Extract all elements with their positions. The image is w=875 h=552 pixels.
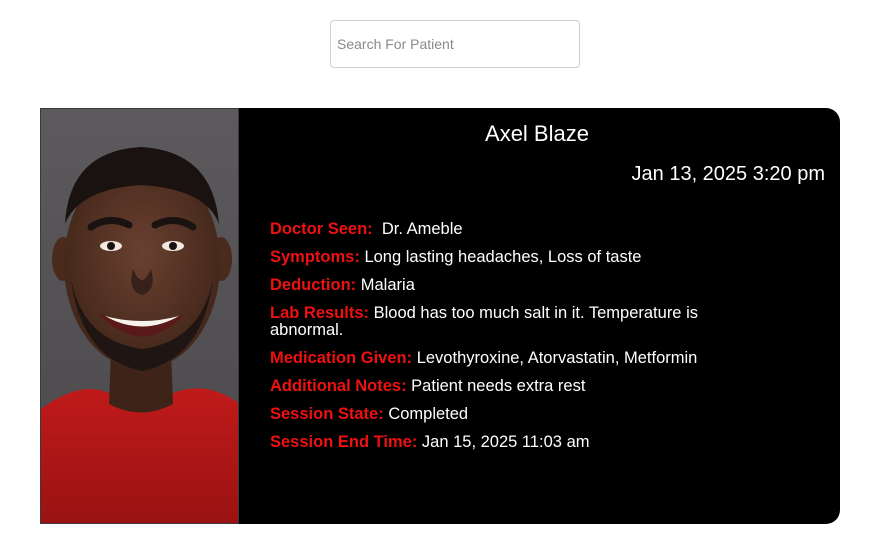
patient-name: Axel Blaze — [485, 121, 589, 146]
field-label: Lab Results: — [270, 304, 370, 322]
session-fields: Doctor Seen: Dr. Ameble Symptoms: Long l… — [270, 221, 770, 462]
patient-card[interactable]: Axel Blaze Jan 13, 2025 3:20 pm Doctor S… — [40, 108, 840, 524]
field-value: Malaria — [360, 276, 415, 294]
session-date: Jan 13, 2025 3:20 pm — [631, 163, 825, 185]
field-lab-results: Lab Results: Blood has too much salt in … — [270, 305, 770, 339]
field-label: Session End Time: — [270, 433, 418, 451]
field-value: Dr. Ameble — [377, 220, 463, 238]
field-value: Patient needs extra rest — [411, 377, 586, 395]
field-value: Levothyroxine, Atorvastatin, Metformin — [416, 349, 698, 367]
session-details: Axel Blaze Jan 13, 2025 3:20 pm Doctor S… — [240, 108, 840, 524]
field-label: Doctor Seen: — [270, 220, 373, 238]
search-input[interactable] — [330, 20, 580, 68]
search-bar — [330, 20, 580, 68]
field-value: Jan 15, 2025 11:03 am — [421, 433, 590, 451]
field-label: Additional Notes: — [270, 377, 407, 395]
field-medication-given: Medication Given: Levothyroxine, Atorvas… — [270, 350, 770, 367]
field-value: Long lasting headaches, Loss of taste — [364, 248, 642, 266]
field-session-state: Session State: Completed — [270, 406, 770, 423]
field-doctor-seen: Doctor Seen: Dr. Ameble — [270, 221, 770, 238]
field-label: Session State: — [270, 405, 384, 423]
patient-photo — [40, 108, 239, 524]
field-symptoms: Symptoms: Long lasting headaches, Loss o… — [270, 249, 770, 266]
field-session-end-time: Session End Time: Jan 15, 2025 11:03 am — [270, 434, 770, 451]
field-label: Deduction: — [270, 276, 357, 294]
field-label: Medication Given: — [270, 349, 413, 367]
field-additional-notes: Additional Notes: Patient needs extra re… — [270, 378, 770, 395]
field-deduction: Deduction: Malaria — [270, 277, 770, 294]
field-label: Symptoms: — [270, 248, 360, 266]
field-value: Completed — [388, 405, 469, 423]
